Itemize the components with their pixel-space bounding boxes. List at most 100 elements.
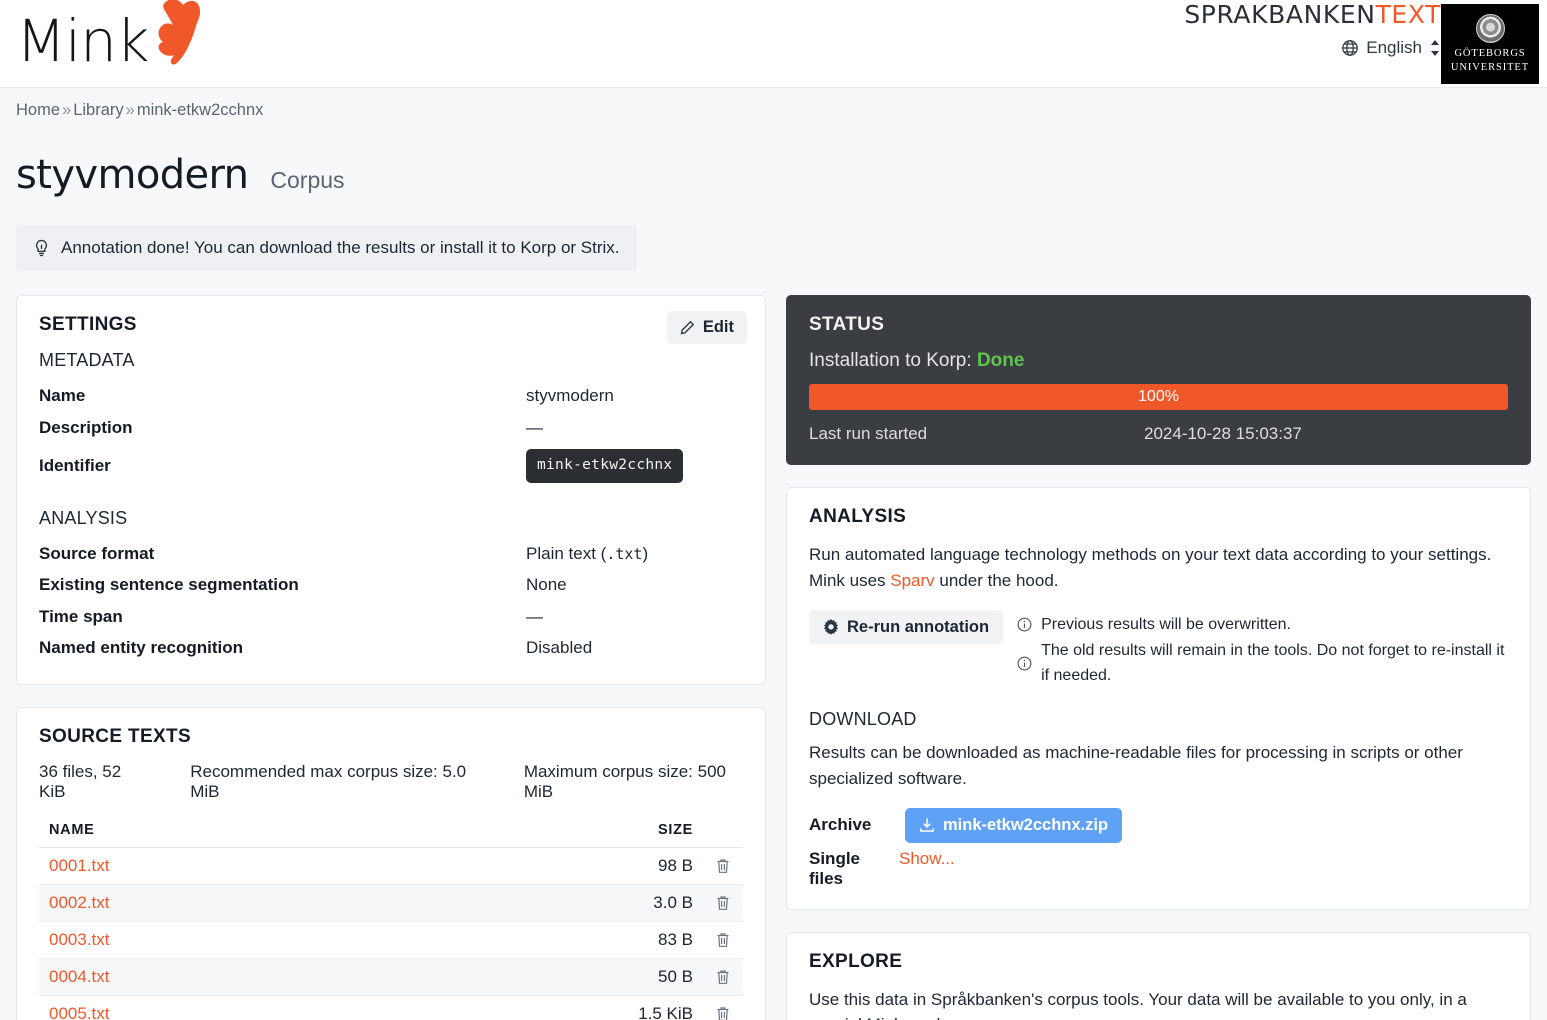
file-size-cell: 50 B: [361, 958, 703, 995]
table-row: 0004.txt 50 B: [39, 958, 743, 995]
file-link[interactable]: 0001.txt: [49, 856, 110, 875]
metadata-heading: METADATA: [39, 350, 743, 371]
mink-logo-text: Mink: [16, 12, 149, 70]
last-run-row: Last run started 2024-10-28 15:03:37: [809, 424, 1508, 444]
trash-icon: [703, 1006, 743, 1020]
breadcrumb-library[interactable]: Library: [73, 101, 123, 119]
globe-icon: [1341, 39, 1359, 57]
rerun-notes: Previous results will be overwritten. Th…: [1017, 610, 1508, 690]
source-texts-title: SOURCE TEXTS: [39, 726, 743, 748]
gu-line-2: UNIVERSITET: [1451, 61, 1529, 74]
source-files-table: NAME SIZE 0001.txt 98 B: [39, 822, 743, 1020]
file-size-cell: 83 B: [361, 921, 703, 958]
explore-description: Use this data in Språkbanken's corpus to…: [809, 987, 1508, 1020]
delete-file-button[interactable]: [703, 884, 743, 921]
file-link[interactable]: 0003.txt: [49, 930, 110, 949]
archive-label: Archive: [809, 815, 889, 835]
analysis-card: ANALYSIS Run automated language technolo…: [786, 487, 1531, 910]
status-title: STATUS: [809, 314, 1508, 336]
file-name-cell: 0004.txt: [39, 958, 361, 995]
rerun-annotation-button[interactable]: Re-run annotation: [809, 610, 1003, 645]
sparv-link[interactable]: Sparv: [890, 571, 934, 590]
installation-status-value: Done: [977, 350, 1025, 371]
mink-logo[interactable]: Mink: [16, 2, 217, 80]
gu-seal-icon: [1476, 14, 1505, 43]
brand-accent: TEXT: [1376, 0, 1441, 29]
analysis-desc-after: under the hood.: [935, 571, 1059, 590]
settings-key: Description: [39, 415, 526, 441]
trash-icon: [703, 895, 743, 911]
breadcrumb-separator: »: [60, 101, 73, 119]
progress-bar: 100%: [809, 384, 1508, 410]
status-banner-text: Annotation done! You can download the re…: [61, 238, 620, 258]
settings-row-sentence-segmentation: Existing sentence segmentation None: [39, 569, 743, 601]
installation-status-label: Installation to Korp:: [809, 350, 972, 371]
language-label: English: [1366, 38, 1422, 58]
single-files-show-link[interactable]: Show...: [899, 849, 955, 869]
rerun-row: Re-run annotation Previous results will …: [809, 610, 1508, 690]
source-texts-meta: 36 files, 52 KiB Recommended max corpus …: [39, 762, 743, 802]
sprakbanken-wordmark: SPRAKBANKENTEXT: [1184, 2, 1441, 28]
delete-file-button[interactable]: [703, 921, 743, 958]
settings-value: None: [526, 572, 567, 598]
delete-file-button[interactable]: [703, 847, 743, 884]
file-link[interactable]: 0002.txt: [49, 893, 110, 912]
single-files-label: Single files: [809, 849, 889, 889]
right-column: STATUS Installation to Korp: Done 100% L…: [786, 295, 1531, 1020]
progress-percent-label: 100%: [1138, 388, 1179, 406]
file-link[interactable]: 0004.txt: [49, 967, 110, 986]
trash-icon: [703, 858, 743, 874]
source-format-ext: .txt: [606, 545, 642, 563]
breadcrumb: Home»Library»mink-etkw2cchnx: [0, 88, 1547, 130]
column-header-size: SIZE: [361, 822, 703, 848]
mink-animal-icon: [139, 0, 217, 71]
delete-file-button[interactable]: [703, 958, 743, 995]
download-heading: DOWNLOAD: [809, 709, 1508, 730]
status-banner: Annotation done! You can download the re…: [16, 225, 637, 271]
gu-line-1: GÖTEBORGS: [1451, 47, 1529, 60]
table-row: 0005.txt 1.5 KiB: [39, 995, 743, 1020]
app-header: Mink SPRAKBANKENTEXT English: [0, 0, 1547, 88]
download-description: Results can be downloaded as machine-rea…: [809, 740, 1508, 792]
settings-row-name: Name styvmodern: [39, 380, 743, 412]
settings-row-source-format: Source format Plain text (.txt): [39, 538, 743, 570]
main-content: SETTINGS Edit METADATA Name styvmodern D…: [0, 271, 1547, 1020]
trash-icon: [703, 932, 743, 948]
language-selector[interactable]: English: [1184, 38, 1441, 58]
trash-icon: [703, 969, 743, 985]
settings-card: SETTINGS Edit METADATA Name styvmodern D…: [16, 295, 766, 685]
settings-value: —: [526, 415, 543, 441]
rerun-annotation-label: Re-run annotation: [847, 619, 989, 636]
delete-file-button[interactable]: [703, 995, 743, 1020]
edit-settings-label: Edit: [703, 319, 734, 336]
download-archive-button[interactable]: mink-etkw2cchnx.zip: [905, 808, 1122, 843]
gu-logo[interactable]: GÖTEBORGS UNIVERSITET: [1441, 4, 1539, 84]
settings-value: Disabled: [526, 635, 592, 661]
brand-main: SPRAKBANKEN: [1184, 0, 1375, 29]
settings-key: Existing sentence segmentation: [39, 572, 526, 598]
settings-value: —: [526, 604, 543, 630]
identifier-code-badge: mink-etkw2cchnx: [526, 449, 683, 483]
download-icon: [919, 817, 935, 833]
page-subtitle-kind: Corpus: [270, 167, 344, 194]
gear-icon: [823, 619, 839, 635]
explore-title: EXPLORE: [809, 951, 1508, 973]
column-header-actions: [703, 822, 743, 848]
file-link[interactable]: 0005.txt: [49, 1004, 110, 1020]
file-size-cell: 3.0 B: [361, 884, 703, 921]
edit-settings-button[interactable]: Edit: [667, 311, 747, 344]
file-name-cell: 0003.txt: [39, 921, 361, 958]
explore-card: EXPLORE Use this data in Språkbanken's c…: [786, 932, 1531, 1020]
status-card: STATUS Installation to Korp: Done 100% L…: [786, 295, 1531, 465]
archive-row: Archive mink-etkw2cchnx.zip: [809, 808, 1508, 843]
left-column: SETTINGS Edit METADATA Name styvmodern D…: [16, 295, 766, 1020]
settings-title: SETTINGS: [39, 314, 743, 336]
maximum-size-label: Maximum corpus size: 500 MiB: [524, 762, 743, 802]
breadcrumb-home[interactable]: Home: [16, 101, 60, 119]
rerun-note-2: The old results will remain in the tools…: [1017, 638, 1508, 690]
download-archive-label: mink-etkw2cchnx.zip: [943, 817, 1108, 834]
settings-key: Time span: [39, 604, 526, 630]
settings-row-description: Description —: [39, 412, 743, 444]
settings-row-identifier: Identifier mink-etkw2cchnx: [39, 443, 743, 486]
page-header: styvmodern Corpus: [0, 130, 1547, 198]
